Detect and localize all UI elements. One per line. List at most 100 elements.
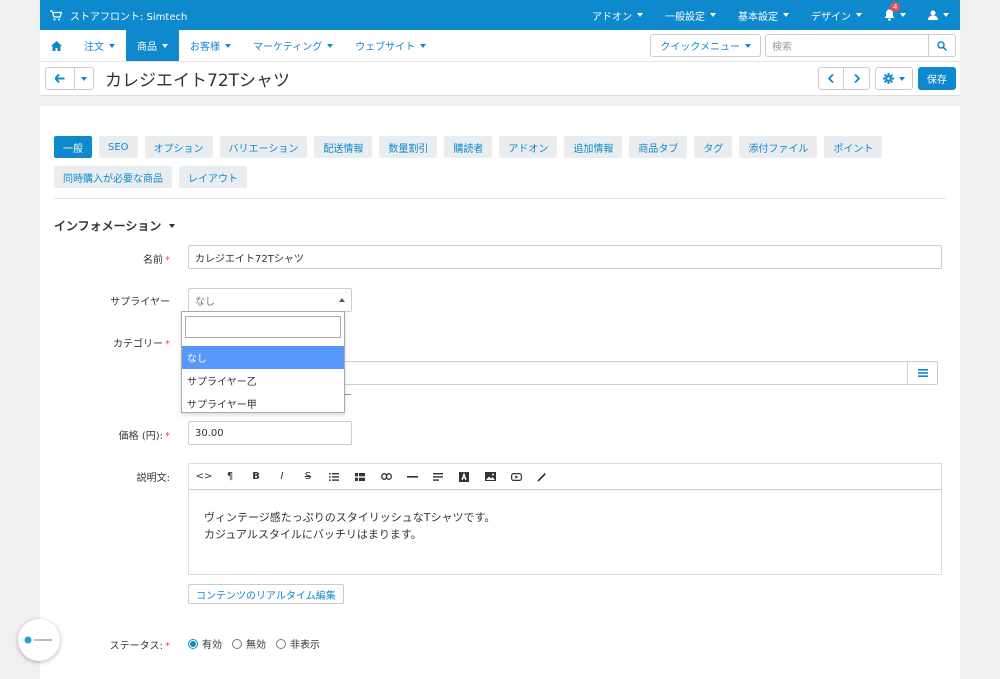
- unordered-list-button[interactable]: [321, 465, 347, 489]
- tab-required-products[interactable]: 同時購入が必要な商品: [54, 166, 172, 188]
- caret-up-icon: [339, 298, 345, 302]
- tab-reward-points[interactable]: ポイント: [824, 136, 883, 158]
- information-section-toggle[interactable]: インフォメーション: [54, 217, 176, 234]
- top-menu-basic-settings-label: 基本設定: [738, 11, 778, 23]
- italic-button[interactable]: I: [269, 465, 295, 489]
- chevron-left-icon: [828, 74, 834, 83]
- supplier-search-input[interactable]: [185, 316, 341, 338]
- next-product-button[interactable]: [844, 67, 870, 90]
- nav-customers[interactable]: お客様: [179, 30, 242, 61]
- nav-website-label: ウェブサイト: [355, 42, 416, 53]
- tab-layouts[interactable]: レイアウト: [179, 166, 247, 188]
- page-title: カレジエイト72Tシャツ: [105, 71, 291, 91]
- align-button[interactable]: [425, 465, 451, 489]
- nav-website[interactable]: ウェブサイト: [344, 30, 437, 61]
- bold-button[interactable]: B: [243, 465, 269, 489]
- tab-quantity-discounts[interactable]: 数量割引: [379, 136, 438, 158]
- magic-wand-button[interactable]: [529, 465, 555, 489]
- tab-addons[interactable]: アドオン: [499, 136, 558, 158]
- supplier-select[interactable]: なし: [188, 288, 352, 312]
- price-input[interactable]: 30.00: [188, 421, 352, 445]
- nav-products[interactable]: 商品: [126, 30, 179, 61]
- status-active-radio[interactable]: 有効: [188, 636, 222, 651]
- caret-down-icon: [899, 76, 905, 81]
- horizontal-rule-icon: [406, 475, 418, 478]
- link-button[interactable]: [373, 465, 399, 489]
- tab-product-tabs[interactable]: 商品タブ: [629, 136, 688, 158]
- code-view-button[interactable]: <>: [191, 465, 217, 489]
- status-radio-group: 有効 無効 非表示: [188, 636, 330, 651]
- search-icon: [937, 40, 947, 51]
- tab-variations[interactable]: バリエーション: [219, 136, 308, 158]
- status-label-text: ステータス:: [109, 641, 163, 652]
- supplier-option[interactable]: サプライヤー甲: [182, 392, 344, 415]
- description-editor[interactable]: ヴィンテージ感たっぷりのスタイリッシュなTシャツです。 カジュアルスタイルにバッ…: [188, 490, 942, 575]
- title-bar: カレジエイト72Tシャツ 保存: [40, 62, 960, 96]
- required-mark: *: [165, 431, 170, 442]
- magic-wand-icon: [537, 472, 547, 482]
- tab-subscribers[interactable]: 購読者: [444, 136, 493, 158]
- nav-orders-label: 注文: [84, 42, 104, 53]
- floating-help-button[interactable]: [18, 619, 60, 661]
- search-input[interactable]: 検索: [765, 34, 929, 57]
- status-hidden-radio[interactable]: 非表示: [276, 636, 320, 651]
- tab-general[interactable]: 一般: [54, 136, 92, 158]
- ordered-list-button[interactable]: [347, 465, 373, 489]
- top-menu-general-settings[interactable]: 一般設定: [654, 0, 727, 30]
- top-menu-addons[interactable]: アドオン: [581, 0, 654, 30]
- nav-marketing-label: マーケティング: [253, 42, 323, 53]
- back-dropdown-button[interactable]: [75, 67, 94, 90]
- tab-features[interactable]: 追加情報: [564, 136, 623, 158]
- image-icon: [484, 472, 496, 481]
- link-icon: [380, 473, 392, 480]
- notifications-button[interactable]: 4: [873, 0, 917, 30]
- realtime-edit-button[interactable]: コンテンツのリアルタイム編集: [188, 584, 344, 604]
- description-label: 説明文:: [136, 473, 170, 484]
- search-placeholder: 検索: [772, 42, 792, 53]
- supplier-option[interactable]: サプライヤー乙: [182, 369, 344, 392]
- back-button[interactable]: [45, 67, 75, 90]
- tab-seo[interactable]: SEO: [99, 136, 138, 158]
- nav-marketing[interactable]: マーケティング: [242, 30, 344, 61]
- list-icon: [917, 369, 928, 377]
- settings-menu-button[interactable]: [875, 67, 913, 90]
- tab-tags[interactable]: タグ: [694, 136, 733, 158]
- horizontal-rule-button[interactable]: [399, 465, 425, 489]
- font-color-button[interactable]: [451, 465, 477, 489]
- storefront-link[interactable]: ストアフロント: Simtech: [40, 8, 187, 23]
- prev-product-button[interactable]: [818, 67, 844, 90]
- status-disabled-radio[interactable]: 無効: [232, 636, 266, 651]
- price-label: 価格 (円): *: [40, 427, 170, 442]
- quick-menu-button[interactable]: クイックメニュー: [650, 34, 761, 57]
- top-menu-basic-settings[interactable]: 基本設定: [727, 0, 800, 30]
- font-color-icon: [459, 471, 469, 482]
- top-menu-design[interactable]: デザイン: [800, 0, 873, 30]
- radio-unchecked-icon: [276, 638, 286, 649]
- insert-image-button[interactable]: [477, 465, 503, 489]
- tab-options[interactable]: オプション: [144, 136, 213, 158]
- category-list-button[interactable]: [907, 362, 937, 384]
- paragraph-button[interactable]: ¶: [217, 465, 243, 489]
- user-icon: [928, 10, 938, 20]
- insert-video-button[interactable]: [503, 465, 529, 489]
- italic-icon: I: [280, 471, 284, 482]
- caret-down-icon: [162, 43, 168, 48]
- caret-down-icon: [943, 13, 949, 17]
- caret-down-icon: [420, 43, 427, 48]
- cart-icon: [50, 9, 62, 20]
- supplier-dropdown: なし サプライヤー乙 サプライヤー甲: [181, 311, 345, 413]
- price-value: 30.00: [195, 427, 224, 439]
- nav-orders[interactable]: 注文: [73, 30, 126, 61]
- save-button[interactable]: 保存: [918, 67, 956, 90]
- strikethrough-button[interactable]: S: [295, 465, 321, 489]
- supplier-option[interactable]: なし: [182, 346, 344, 369]
- section-title: インフォメーション: [54, 219, 162, 233]
- nav-home[interactable]: [40, 30, 73, 61]
- name-input[interactable]: カレジエイト72Tシャツ: [188, 245, 942, 269]
- user-menu-button[interactable]: [917, 0, 960, 30]
- tab-attachments[interactable]: 添付ファイル: [739, 136, 818, 158]
- search-button[interactable]: [929, 34, 956, 57]
- main-nav: 注文 商品 お客様 マーケティング ウェブサイト クイックメニュー 検索: [40, 30, 960, 62]
- tab-shipping[interactable]: 配送情報: [314, 136, 373, 158]
- editor-toolbar: <> ¶ B I S: [188, 463, 942, 490]
